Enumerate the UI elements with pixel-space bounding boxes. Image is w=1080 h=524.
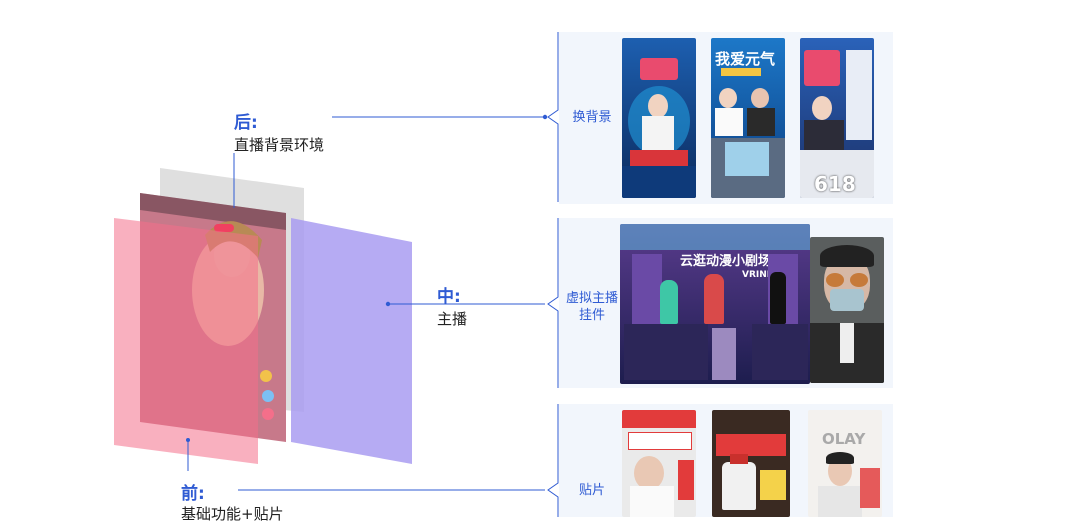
thumb-sticker-1 bbox=[622, 410, 696, 517]
front-layer bbox=[114, 218, 258, 464]
thumb-background-1 bbox=[622, 38, 696, 198]
thumb-virtual-anchor: 云逛动漫小剧场 VRINDER bbox=[620, 224, 810, 384]
middle-layer-description: 主播 bbox=[437, 310, 468, 328]
thumb-sticker-3: OLAY bbox=[808, 410, 882, 517]
thumb-sticker-2 bbox=[712, 410, 790, 517]
front-layer-description: 基础功能+贴片 bbox=[181, 505, 284, 523]
back-layer-description: 直播背景环境 bbox=[234, 136, 325, 154]
front-layer-heading: 前: bbox=[181, 484, 205, 504]
thumb-background-3: 618 bbox=[800, 38, 874, 198]
thumb-background-2: 我爱元气 bbox=[711, 38, 785, 198]
row-label-background: 换背景 bbox=[572, 110, 612, 125]
thumb-real-anchor bbox=[810, 237, 884, 383]
row-label-sticker: 贴片 bbox=[578, 483, 605, 498]
row-label-avatar: 虚拟主播 挂件 bbox=[565, 291, 618, 323]
middle-layer bbox=[291, 218, 412, 464]
middle-layer-heading: 中: bbox=[437, 287, 461, 307]
back-layer-heading: 后: bbox=[234, 113, 258, 133]
